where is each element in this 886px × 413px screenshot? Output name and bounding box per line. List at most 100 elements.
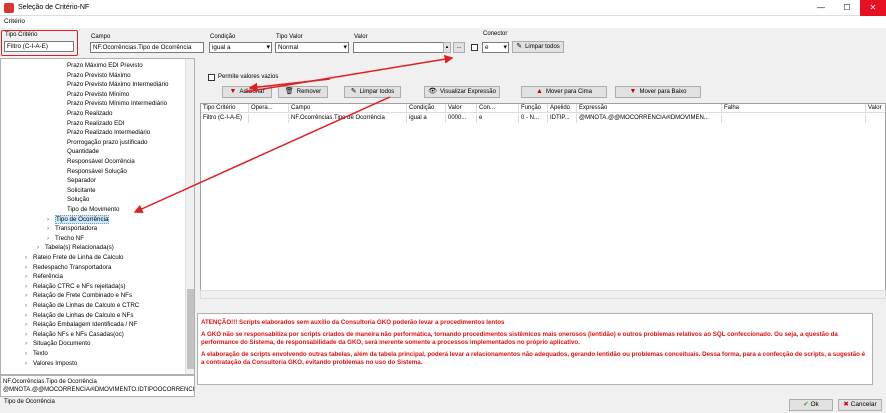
tree-item-label: Prazo Máximo EDI Previsto xyxy=(67,62,143,69)
menu-criterio[interactable]: Critério xyxy=(4,18,25,25)
tree-expander-icon[interactable]: › xyxy=(25,339,33,348)
tree-expander-icon[interactable]: › xyxy=(25,349,33,358)
tree-item[interactable]: › Relação NFs e NFs Casadas(oc) xyxy=(25,330,124,339)
mover-baixo-button[interactable]: ▼ Mover para Baixo xyxy=(615,86,701,98)
tree-item[interactable]: Responsável Ocorrência xyxy=(59,157,135,166)
tree-item[interactable]: › Redespacho Transportadora xyxy=(25,263,111,272)
tree-expander-icon[interactable]: › xyxy=(25,359,33,368)
criteria-grid[interactable]: Tipo Critério Opera... Campo Condição Valor C… xyxy=(200,103,886,298)
ok-button[interactable]: ✔ Ok xyxy=(789,399,833,411)
grid-header-cell[interactable]: Con... xyxy=(477,104,519,113)
tree-item[interactable]: › Situação Documento xyxy=(25,339,90,348)
tree-item[interactable]: › Referência xyxy=(25,272,63,281)
grid-header-cell[interactable]: Opera... xyxy=(249,104,289,113)
x-icon: ✖ xyxy=(843,401,851,408)
tree-expander-icon[interactable]: › xyxy=(25,311,33,320)
tree-item[interactable]: › Texto xyxy=(25,349,48,358)
tree-item[interactable]: Quantidade xyxy=(59,147,99,156)
valor-spinner[interactable]: ▴ xyxy=(443,42,451,53)
tree-item-label: Tipo de Movimento xyxy=(67,206,120,213)
tree-item[interactable]: Tipo de Movimento xyxy=(59,205,119,214)
permite-valores-vazios-checkbox[interactable] xyxy=(208,74,215,81)
tree-expander-icon[interactable]: › xyxy=(25,301,33,310)
tree-scroll-thumb[interactable] xyxy=(187,289,194,369)
mover-cima-button[interactable]: ▲ Mover para Cima xyxy=(521,86,607,98)
tree-scrollbar[interactable] xyxy=(185,59,194,374)
grid-cell: igual a xyxy=(407,114,446,123)
grid-header-cell[interactable]: Valor xyxy=(446,104,477,113)
visualizar-expressao-button[interactable]: 👁 Visualizar Expressão xyxy=(424,86,500,98)
arrow-down-icon: ▼ xyxy=(229,88,237,95)
tree-item[interactable]: › Relação de Linhas de Calculo e NFs xyxy=(25,311,133,320)
remover-button[interactable]: 🗑 Remover xyxy=(278,86,328,98)
grid-header-cell[interactable]: Valor xyxy=(866,104,885,113)
expression-preview: NF.Ocorrências.Tipo de Ocorrência @MNOTA… xyxy=(0,375,195,397)
tree-item[interactable]: Solicitante xyxy=(59,186,96,195)
tree-item[interactable]: Prazo Realizado EDI xyxy=(59,119,124,128)
tree-item[interactable]: Prazo Realizado xyxy=(59,109,112,118)
tree-item[interactable]: Prazo Previsto Máximo Intermediário xyxy=(59,80,168,89)
grid-header-cell[interactable]: Falha xyxy=(722,104,866,113)
tree-item[interactable]: Separador xyxy=(59,176,96,185)
tree-item[interactable]: Prazo Previsto Mínimo Intermediário xyxy=(59,99,167,108)
tree-item[interactable]: › Transportadora xyxy=(47,224,97,233)
tree-expander-icon[interactable]: › xyxy=(25,263,33,272)
tree-item[interactable]: › Valores Imposto xyxy=(25,359,77,368)
tree-item[interactable]: Solução xyxy=(59,195,89,204)
grid-header-cell[interactable]: Condição xyxy=(407,104,446,113)
tree-expander-icon[interactable]: › xyxy=(47,234,55,243)
tree-item[interactable]: Prazo Realizado Intermediário xyxy=(59,128,150,137)
valor-browse-button[interactable]: ... xyxy=(453,42,465,53)
tree-expander-icon[interactable]: › xyxy=(25,320,33,329)
grid-header-cell[interactable]: Função xyxy=(519,104,548,113)
tree-item[interactable]: › Rateio Frete de Linha de Calculo xyxy=(25,253,123,262)
tree-item[interactable]: Prazo Previsto Mínimo xyxy=(59,90,129,99)
tree-item-label: Solução xyxy=(67,196,90,204)
grid-hscrollbar[interactable] xyxy=(200,290,886,299)
tree-item[interactable]: Prorrogação prazo justificado xyxy=(59,138,147,147)
minimize-button[interactable]: — xyxy=(808,0,834,16)
maximize-button[interactable]: ☐ xyxy=(834,0,860,16)
tree-item[interactable]: Responsável Solução xyxy=(59,167,127,176)
campo-field[interactable]: NF.Ocorrências.Tipo de Ocorrência xyxy=(90,42,204,53)
tree-item[interactable]: Prazo Máximo EDI Previsto xyxy=(59,61,143,70)
tree-expander-icon[interactable]: › xyxy=(25,253,33,262)
field-tree[interactable]: Prazo Máximo EDI Previsto Prazo Previsto … xyxy=(0,58,195,375)
tree-expander-icon[interactable]: › xyxy=(25,272,33,281)
tipo-valor-label: Tipo Valor xyxy=(276,34,303,40)
tree-item[interactable]: › Relação Embalagem Identificada / NF xyxy=(25,320,137,329)
cancel-button[interactable]: ✖ Cancelar xyxy=(838,399,882,411)
tree-expander-icon[interactable]: › xyxy=(25,330,33,339)
tree-item[interactable]: › Relação CTRC e NFs rejeitada(s) xyxy=(25,282,126,291)
grid-header-cell[interactable]: Expressão xyxy=(577,104,722,113)
tree-item[interactable]: › Tabela(s) Relacionada(s) xyxy=(37,243,114,252)
tipo-valor-select[interactable]: Normal xyxy=(275,42,349,53)
limpar-todos-button[interactable]: ✎ Limpar todos xyxy=(344,86,401,98)
tree-item-label: Responsável Solução xyxy=(67,167,127,175)
close-button[interactable]: ✕ xyxy=(860,0,886,16)
grid-header-cell[interactable]: Tipo Critério xyxy=(201,104,249,113)
tree-item[interactable]: › Trecho NF xyxy=(47,234,84,243)
conector-select[interactable]: e xyxy=(482,42,509,53)
tree-expander-icon[interactable]: › xyxy=(37,243,45,252)
tree-item[interactable]: › Relação de Linhas de Calculo e CTRC xyxy=(25,301,139,310)
tree-expander-icon[interactable]: › xyxy=(25,291,33,300)
valor-field[interactable] xyxy=(353,42,451,53)
table-row[interactable]: Filtro (C-I-A-E) NF.Ocorrências.Tipo de O… xyxy=(201,114,885,123)
tree-item[interactable]: › Tipo de Ocorrência xyxy=(47,214,110,224)
tree-expander-icon[interactable]: › xyxy=(47,224,55,233)
tree-item-label: Valores Imposto xyxy=(33,359,78,367)
grid-header-cell[interactable]: Apelido xyxy=(548,104,577,113)
conector-checkbox[interactable] xyxy=(471,44,478,51)
grid-header-cell[interactable]: Campo xyxy=(289,104,407,113)
tree-item[interactable]: › Relação de Frete Combinado e NFs xyxy=(25,291,132,300)
condicao-select[interactable]: igual a xyxy=(209,42,272,53)
tree-expander-icon[interactable]: › xyxy=(25,282,33,291)
status-text: Tipo de Ocorrência xyxy=(4,399,55,405)
grid-cell: 0 - N... xyxy=(519,114,548,123)
adicionar-button[interactable]: ▼ Adicionar xyxy=(222,86,272,98)
tree-item[interactable]: Prazo Previsto Máximo xyxy=(59,71,131,80)
tree-expander-icon[interactable]: › xyxy=(47,215,55,224)
limpar-todos-top-button[interactable]: ✎ Limpar todos xyxy=(512,41,564,53)
grid-header: Tipo Critério Opera... Campo Condição Valor C… xyxy=(201,104,885,113)
